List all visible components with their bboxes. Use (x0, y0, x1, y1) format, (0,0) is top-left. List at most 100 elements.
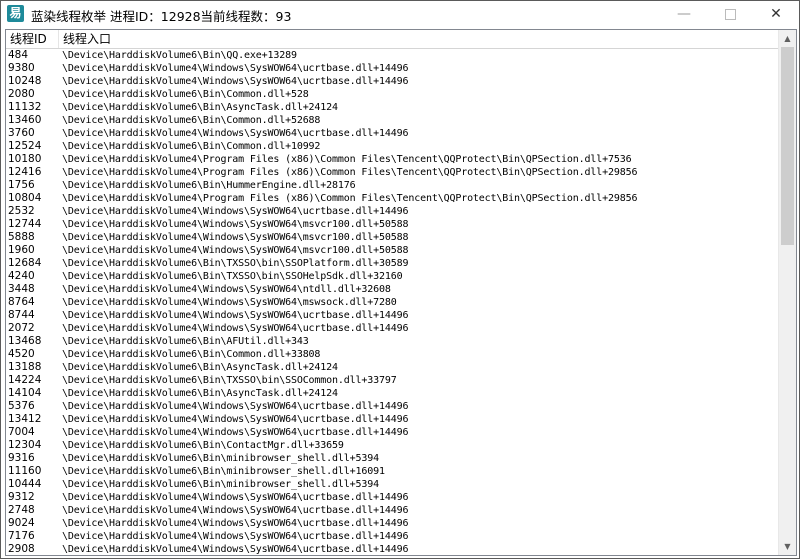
table-row[interactable]: 4240 \Device\HarddiskVolume6\Bin\TXSSO\bi… (6, 270, 778, 283)
table-row[interactable]: 14104 \Device\HarddiskVolume6\Bin\AsyncTa… (6, 387, 778, 400)
table-row[interactable]: 12416 \Device\HarddiskVolume4\Program Fil… (6, 166, 778, 179)
table-row[interactable]: 9380 \Device\HarddiskVolume4\Windows\SysW… (6, 62, 778, 75)
table-row[interactable]: 2748 \Device\HarddiskVolume4\Windows\SysW… (6, 504, 778, 517)
thread-entry-cell: \Device\HarddiskVolume6\Bin\AsyncTask.dl… (62, 102, 338, 113)
table-row[interactable]: 10444 \Device\HarddiskVolume6\Bin\minibro… (6, 478, 778, 491)
close-button[interactable]: ✕ (753, 1, 799, 27)
minimize-button[interactable]: — (661, 1, 707, 27)
thread-id-cell: 11132 (8, 101, 42, 113)
thread-id-cell: 2532 (8, 205, 35, 217)
thread-id-cell: 11160 (8, 465, 42, 477)
thread-id-cell: 10804 (8, 192, 42, 204)
thread-list[interactable]: 线程ID 线程入口 484 \Device\HarddiskVolume6\Bin… (5, 29, 797, 556)
table-row[interactable]: 10804 \Device\HarddiskVolume4\Program Fil… (6, 192, 778, 205)
thread-entry-cell: \Device\HarddiskVolume4\Windows\SysWOW64… (62, 310, 409, 321)
table-row[interactable]: 13468 \Device\HarddiskVolume6\Bin\AFUtil.… (6, 335, 778, 348)
thread-id-cell: 13188 (8, 361, 42, 373)
thread-entry-cell: \Device\HarddiskVolume6\Bin\TXSSO\bin\SS… (62, 258, 409, 269)
table-row[interactable]: 3760 \Device\HarddiskVolume4\Windows\SysW… (6, 127, 778, 140)
table-row[interactable]: 1756 \Device\HarddiskVolume6\Bin\HummerEn… (6, 179, 778, 192)
table-row[interactable]: 8744 \Device\HarddiskVolume4\Windows\SysW… (6, 309, 778, 322)
thread-id-cell: 12304 (8, 439, 42, 451)
thread-id-cell: 2908 (8, 543, 35, 555)
scroll-thumb[interactable] (781, 47, 794, 245)
thread-entry-cell: \Device\HarddiskVolume4\Windows\SysWOW64… (62, 427, 409, 438)
thread-id-cell: 12684 (8, 257, 42, 269)
title-bar[interactable]: 易 蓝染线程枚举 进程ID：12928当前线程数：93 — ✕ (1, 1, 799, 27)
thread-entry-cell: \Device\HarddiskVolume6\Bin\minibrowser_… (62, 466, 385, 477)
table-row[interactable]: 12524 \Device\HarddiskVolume6\Bin\Common.… (6, 140, 778, 153)
thread-entry-cell: \Device\HarddiskVolume4\Windows\SysWOW64… (62, 544, 409, 555)
table-row[interactable]: 4520 \Device\HarddiskVolume6\Bin\Common.d… (6, 348, 778, 361)
table-row[interactable]: 9024 \Device\HarddiskVolume4\Windows\SysW… (6, 517, 778, 530)
table-row[interactable]: 5888 \Device\HarddiskVolume4\Windows\SysW… (6, 231, 778, 244)
table-row[interactable]: 12684 \Device\HarddiskVolume6\Bin\TXSSO\b… (6, 257, 778, 270)
table-row[interactable]: 2080 \Device\HarddiskVolume6\Bin\Common.d… (6, 88, 778, 101)
table-row[interactable]: 12744 \Device\HarddiskVolume4\Windows\Sys… (6, 218, 778, 231)
thread-entry-cell: \Device\HarddiskVolume4\Windows\SysWOW64… (62, 219, 409, 230)
list-rows: 484 \Device\HarddiskVolume6\Bin\QQ.exe+13… (6, 49, 778, 555)
table-row[interactable]: 5376 \Device\HarddiskVolume4\Windows\SysW… (6, 400, 778, 413)
thread-id-cell: 10248 (8, 75, 42, 87)
thread-entry-cell: \Device\HarddiskVolume4\Windows\SysWOW64… (62, 297, 397, 308)
thread-id-cell: 13460 (8, 114, 42, 126)
table-row[interactable]: 1960 \Device\HarddiskVolume4\Windows\SysW… (6, 244, 778, 257)
list-header: 线程ID 线程入口 (6, 30, 778, 49)
app-icon: 易 (7, 5, 24, 22)
maximize-button[interactable] (707, 1, 753, 27)
thread-entry-cell: \Device\HarddiskVolume4\Windows\SysWOW64… (62, 505, 409, 516)
thread-id-cell: 9312 (8, 491, 35, 503)
thread-entry-cell: \Device\HarddiskVolume4\Windows\SysWOW64… (62, 492, 409, 503)
table-row[interactable]: 2532 \Device\HarddiskVolume4\Windows\SysW… (6, 205, 778, 218)
table-row[interactable]: 9312 \Device\HarddiskVolume4\Windows\SysW… (6, 491, 778, 504)
thread-id-cell: 9024 (8, 517, 35, 529)
thread-id-cell: 14104 (8, 387, 42, 399)
thread-entry-cell: \Device\HarddiskVolume4\Windows\SysWOW64… (62, 128, 409, 139)
column-header-thread-entry[interactable]: 线程入口 (59, 30, 778, 48)
thread-entry-cell: \Device\HarddiskVolume4\Program Files (x… (62, 167, 638, 178)
table-row[interactable]: 2072 \Device\HarddiskVolume4\Windows\SysW… (6, 322, 778, 335)
thread-entry-cell: \Device\HarddiskVolume6\Bin\AFUtil.dll+3… (62, 336, 309, 347)
thread-id-cell: 8744 (8, 309, 35, 321)
table-row[interactable]: 10180 \Device\HarddiskVolume4\Program Fil… (6, 153, 778, 166)
thread-id-cell: 9380 (8, 62, 35, 74)
table-row[interactable]: 10248 \Device\HarddiskVolume4\Windows\Sys… (6, 75, 778, 88)
thread-id-cell: 10180 (8, 153, 42, 165)
thread-entry-cell: \Device\HarddiskVolume4\Windows\SysWOW64… (62, 245, 409, 256)
thread-entry-cell: \Device\HarddiskVolume6\Bin\TXSSO\bin\SS… (62, 375, 397, 386)
scroll-up-icon[interactable]: ▲ (779, 30, 796, 47)
table-row[interactable]: 13188 \Device\HarddiskVolume6\Bin\AsyncTa… (6, 361, 778, 374)
table-row[interactable]: 7004 \Device\HarddiskVolume4\Windows\SysW… (6, 426, 778, 439)
table-row[interactable]: 11132 \Device\HarddiskVolume6\Bin\AsyncTa… (6, 101, 778, 114)
thread-entry-cell: \Device\HarddiskVolume4\Windows\SysWOW64… (62, 323, 409, 334)
table-row[interactable]: 8764 \Device\HarddiskVolume4\Windows\SysW… (6, 296, 778, 309)
thread-id-cell: 7176 (8, 530, 35, 542)
thread-entry-cell: \Device\HarddiskVolume4\Windows\SysWOW64… (62, 414, 409, 425)
thread-entry-cell: \Device\HarddiskVolume6\Bin\Common.dll+5… (62, 89, 309, 100)
table-row[interactable]: 7176 \Device\HarddiskVolume4\Windows\SysW… (6, 530, 778, 543)
thread-id-cell: 7004 (8, 426, 35, 438)
table-row[interactable]: 2908 \Device\HarddiskVolume4\Windows\SysW… (6, 543, 778, 555)
table-row[interactable]: 9316 \Device\HarddiskVolume6\Bin\minibrow… (6, 452, 778, 465)
thread-entry-cell: \Device\HarddiskVolume6\Bin\AsyncTask.dl… (62, 388, 338, 399)
table-row[interactable]: 484 \Device\HarddiskVolume6\Bin\QQ.exe+13… (6, 49, 778, 62)
thread-entry-cell: \Device\HarddiskVolume6\Bin\TXSSO\bin\SS… (62, 271, 403, 282)
table-row[interactable]: 12304 \Device\HarddiskVolume6\Bin\Contact… (6, 439, 778, 452)
table-row[interactable]: 14224 \Device\HarddiskVolume6\Bin\TXSSO\b… (6, 374, 778, 387)
column-header-thread-id[interactable]: 线程ID (6, 30, 59, 48)
table-row[interactable]: 3448 \Device\HarddiskVolume4\Windows\SysW… (6, 283, 778, 296)
table-row[interactable]: 11160 \Device\HarddiskVolume6\Bin\minibro… (6, 465, 778, 478)
thread-entry-cell: \Device\HarddiskVolume6\Bin\Common.dll+1… (62, 141, 321, 152)
thread-id-cell: 12744 (8, 218, 42, 230)
thread-id-cell: 3760 (8, 127, 35, 139)
thread-entry-cell: \Device\HarddiskVolume6\Bin\QQ.exe+13289 (62, 50, 297, 61)
vertical-scrollbar[interactable]: ▲ ▼ (778, 30, 796, 555)
table-row[interactable]: 13412 \Device\HarddiskVolume4\Windows\Sys… (6, 413, 778, 426)
table-row[interactable]: 13460 \Device\HarddiskVolume6\Bin\Common.… (6, 114, 778, 127)
thread-entry-cell: \Device\HarddiskVolume4\Windows\SysWOW64… (62, 518, 409, 529)
thread-id-cell: 2072 (8, 322, 35, 334)
thread-id-cell: 2748 (8, 504, 35, 516)
thread-entry-cell: \Device\HarddiskVolume4\Windows\SysWOW64… (62, 206, 409, 217)
scroll-down-icon[interactable]: ▼ (779, 538, 796, 555)
thread-entry-cell: \Device\HarddiskVolume4\Windows\SysWOW64… (62, 63, 409, 74)
